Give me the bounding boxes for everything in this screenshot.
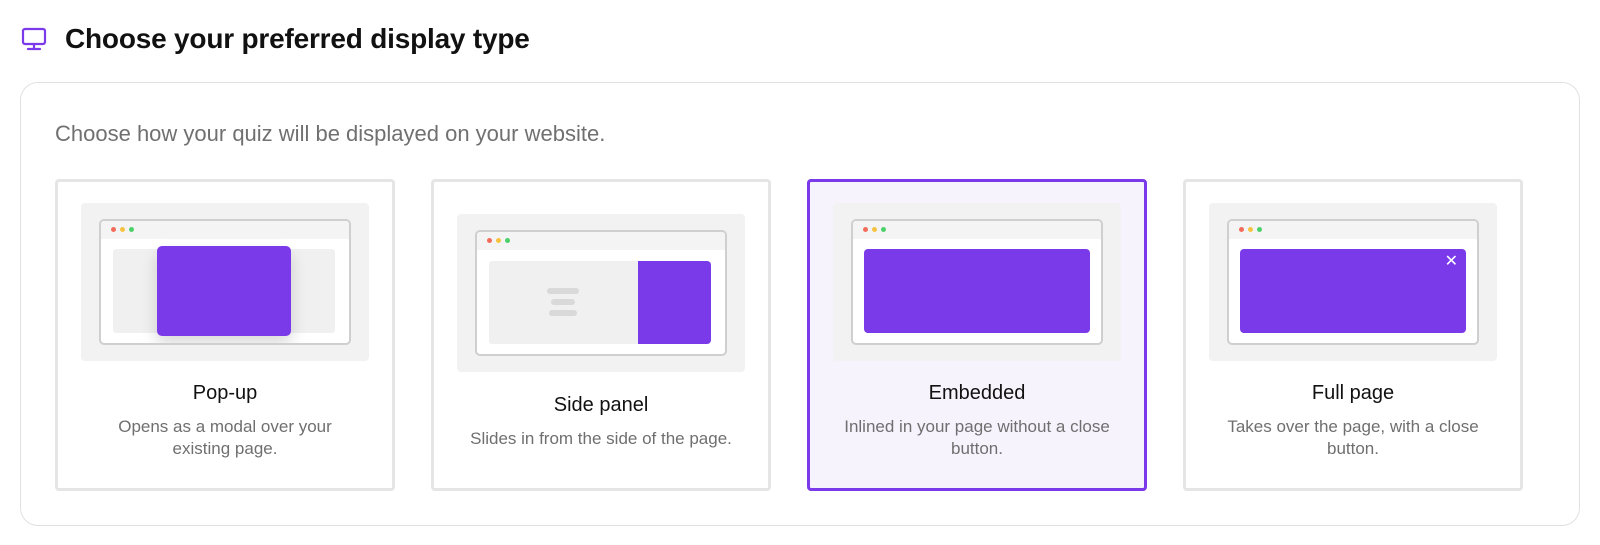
section-header: Choose your preferred display type (20, 20, 530, 58)
option-description: Opens as a modal over your existing page… (118, 417, 332, 458)
panel-subtitle: Choose how your quiz will be displayed o… (55, 121, 606, 146)
option-side-panel[interactable]: Side panel Slides in from the side of th… (431, 179, 771, 491)
browser-mockup (851, 219, 1103, 345)
close-icon: ✕ (1444, 253, 1458, 270)
browser-mockup (99, 219, 351, 345)
full-page-shape: ✕ (1240, 249, 1466, 333)
browser-mockup (475, 230, 727, 356)
embedded-preview (833, 203, 1121, 361)
option-title: Embedded (928, 382, 1026, 404)
side-panel-shape (638, 261, 711, 344)
side-panel-preview (457, 214, 745, 372)
monitor-icon (20, 25, 48, 53)
full-page-preview: ✕ (1209, 203, 1497, 361)
option-title: Full page (1311, 382, 1395, 404)
modal-preview (157, 246, 291, 336)
option-full-page[interactable]: ✕ Full page Takes over the page, with a … (1183, 179, 1523, 491)
display-type-panel: Choose how your quiz will be displayed o… (20, 82, 1580, 526)
popup-preview (81, 203, 369, 361)
option-title: Side panel (553, 394, 649, 416)
page-title: Choose your preferred display type (65, 23, 530, 54)
option-description: Takes over the page, with a close button… (1227, 417, 1479, 458)
browser-mockup: ✕ (1227, 219, 1479, 345)
option-title: Pop-up (192, 382, 258, 404)
option-description: Inlined in your page without a close but… (844, 417, 1110, 458)
embedded-shape (864, 249, 1090, 333)
option-description: Slides in from the side of the page. (470, 429, 732, 448)
option-embedded[interactable]: Embedded Inlined in your page without a … (807, 179, 1147, 491)
option-popup[interactable]: Pop-up Opens as a modal over your existi… (55, 179, 395, 491)
